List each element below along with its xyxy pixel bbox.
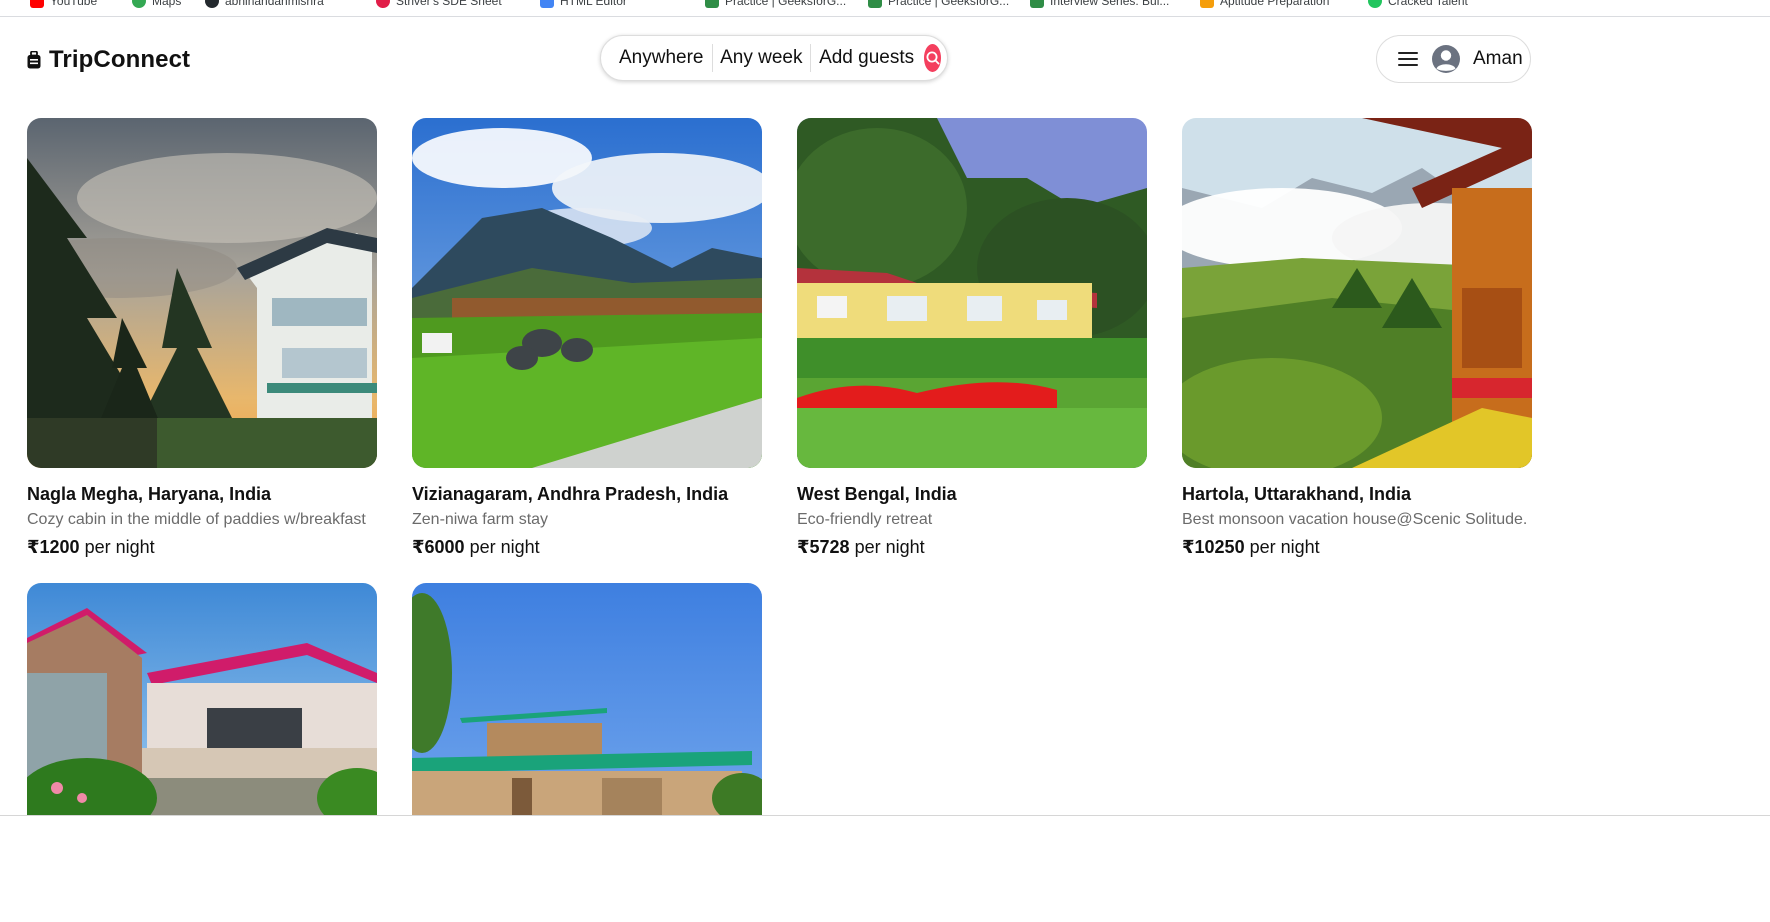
week-filter[interactable]: Any week (712, 47, 810, 69)
price-amount: ₹5728 (797, 537, 850, 557)
youtube-icon (30, 0, 44, 8)
listing-description: Best monsoon vacation house@Scenic Solit… (1182, 511, 1528, 528)
listing-card[interactable]: Nagla Megha, Haryana, India Cozy cabin i… (27, 118, 377, 558)
bookmark-label: Maps (152, 0, 182, 8)
bookmark-label: YouTube (50, 0, 98, 8)
price-amount: ₹6000 (412, 537, 465, 557)
listing-image[interactable] (797, 118, 1147, 468)
listing-image[interactable] (27, 118, 377, 468)
bookmark-favicon-icon (376, 0, 390, 8)
listing-image[interactable] (1182, 118, 1532, 468)
bookmark-label: Cracked Talent (1388, 0, 1468, 8)
search-button[interactable] (924, 44, 941, 72)
bookmark-cracked-talent[interactable]: Cracked Talent (1368, 0, 1468, 9)
bookmark-label: Aptitude Preparation (1220, 0, 1330, 8)
maps-icon (132, 0, 146, 8)
bookmark-favicon-icon (540, 0, 554, 8)
listing-price: ₹6000 per night (412, 537, 762, 558)
listing-title: West Bengal, India (797, 484, 957, 504)
bookmark-favicon-icon (1368, 0, 1382, 8)
listing-card[interactable] (27, 583, 377, 815)
search-bar[interactable]: Anywhere Any week Add guests (600, 35, 948, 81)
bookmark-maps[interactable]: Maps (132, 0, 181, 9)
price-unit: per night (84, 537, 155, 557)
geeksforgeeks-icon (868, 0, 882, 8)
price-amount: ₹1200 (27, 537, 80, 557)
bookmark-label: abhinandanmishra (225, 0, 324, 8)
viewport-edge (0, 815, 1770, 816)
bookmark-github[interactable]: abhinandanmishra (205, 0, 324, 9)
listing-title: Vizianagaram, Andhra Pradesh, India (412, 484, 729, 504)
user-name: Aman (1473, 48, 1523, 69)
github-icon (205, 0, 219, 8)
location-filter[interactable]: Anywhere (611, 47, 712, 69)
hamburger-menu-icon (1398, 52, 1418, 66)
listing-image[interactable] (412, 118, 762, 468)
search-icon (926, 51, 940, 65)
user-menu-button[interactable]: Aman (1376, 35, 1531, 83)
bookmark-label: Interview Series: Bui... (1050, 0, 1170, 8)
bookmark-html-editor[interactable]: HTML Editor (540, 0, 627, 9)
listing-title: Nagla Megha, Haryana, India (27, 484, 272, 504)
bookmark-label: Striver's SDE Sheet (396, 0, 502, 8)
listing-image[interactable] (27, 583, 377, 815)
listing-description: Cozy cabin in the middle of paddies w/br… (27, 511, 366, 528)
listing-card[interactable] (412, 583, 762, 815)
listing-card[interactable]: Vizianagaram, Andhra Pradesh, India Zen-… (412, 118, 762, 558)
price-unit: per night (1249, 537, 1320, 557)
listing-image[interactable] (412, 583, 762, 815)
brand-name: TripConnect (49, 46, 191, 73)
price-unit: per night (854, 537, 925, 557)
listing-card[interactable]: Hartola, Uttarakhand, India Best monsoon… (1182, 118, 1532, 558)
listing-price: ₹10250 per night (1182, 537, 1532, 558)
bookmark-aptitude[interactable]: Aptitude Preparation (1200, 0, 1329, 9)
geeksforgeeks-icon (1030, 0, 1044, 8)
listing-description: Eco-friendly retreat (797, 511, 933, 528)
bookmark-label: HTML Editor (560, 0, 627, 8)
suitcase-icon (27, 51, 41, 69)
listing-description: Zen-niwa farm stay (412, 511, 549, 528)
price-amount: ₹10250 (1182, 537, 1245, 557)
bookmark-gfg-2[interactable]: Practice | GeeksforG... (868, 0, 1009, 9)
listing-title: Hartola, Uttarakhand, India (1182, 484, 1412, 504)
bookmark-gfg-1[interactable]: Practice | GeeksforG... (705, 0, 846, 9)
listing-price: ₹1200 per night (27, 537, 377, 558)
bookmarks-bar: YouTube Maps abhinandanmishra Striver's … (0, 0, 1770, 17)
bookmark-interview[interactable]: Interview Series: Bui... (1030, 0, 1169, 9)
bookmark-striver[interactable]: Striver's SDE Sheet (376, 0, 502, 9)
listing-card[interactable]: West Bengal, India Eco-friendly retreat … (797, 118, 1147, 558)
brand-logo[interactable]: TripConnect (27, 46, 190, 74)
bookmark-youtube[interactable]: YouTube (30, 0, 97, 9)
avatar-icon (1432, 45, 1460, 73)
price-unit: per night (469, 537, 540, 557)
bookmark-favicon-icon (1200, 0, 1214, 8)
listing-price: ₹5728 per night (797, 537, 1147, 558)
geeksforgeeks-icon (705, 0, 719, 8)
bookmark-label: Practice | GeeksforG... (888, 0, 1010, 8)
guests-filter[interactable]: Add guests (811, 47, 922, 69)
bookmark-label: Practice | GeeksforG... (725, 0, 847, 8)
